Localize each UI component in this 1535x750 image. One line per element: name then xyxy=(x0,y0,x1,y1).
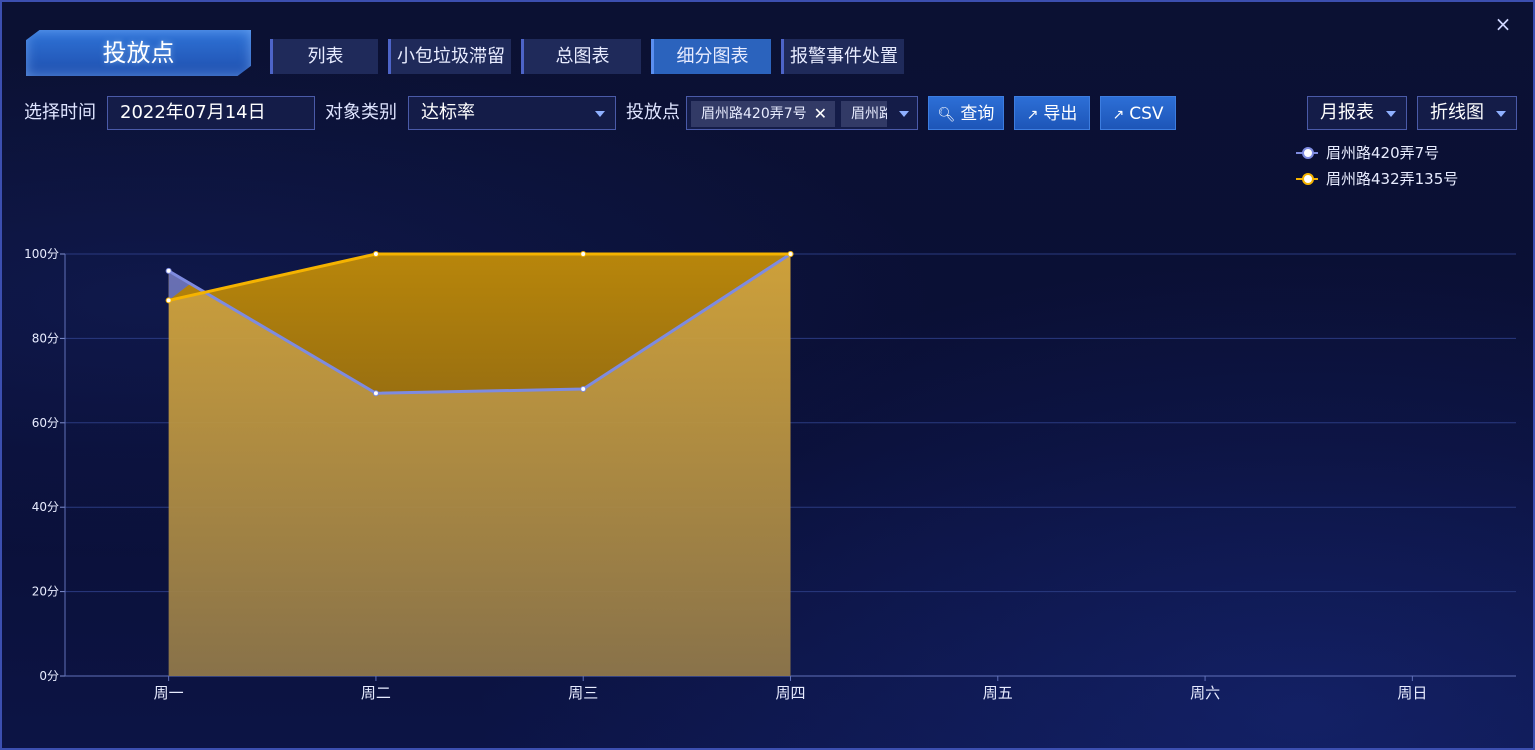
query-button[interactable]: 🔍︎ 查询 xyxy=(928,96,1004,130)
y-tick-label: 80分 xyxy=(32,331,59,345)
chart-legend: 眉州路420弄7号 眉州路432弄135号 xyxy=(1296,142,1458,194)
selected-chip: 眉州路 xyxy=(841,101,887,127)
x-tick-label: 周五 xyxy=(983,684,1013,702)
dialog-frame: × 投放点 列表 小包垃圾滞留 总图表 细分图表 报警事件处置 选择时间 202… xyxy=(0,0,1535,750)
y-tick-label: 60分 xyxy=(32,416,59,430)
csv-button[interactable]: ↗ CSV xyxy=(1100,96,1176,130)
tab-total-chart[interactable]: 总图表 xyxy=(521,39,641,74)
tab-detail-chart[interactable]: 细分图表 xyxy=(651,39,771,74)
x-tick-label: 周二 xyxy=(361,684,391,702)
y-tick-label: 40分 xyxy=(32,500,59,514)
legend-item-series-1[interactable]: 眉州路420弄7号 xyxy=(1296,142,1458,168)
filter-bar: 选择时间 2022年07月14日 对象类别 达标率 投放点 眉州路420弄7号 … xyxy=(24,96,1519,130)
chart-kind-select[interactable]: 折线图 xyxy=(1417,96,1517,130)
series-2-point xyxy=(787,251,794,257)
series-1-point xyxy=(580,386,587,393)
type-value: 达标率 xyxy=(421,102,475,123)
chevron-down-icon xyxy=(899,111,909,117)
chevron-down-icon xyxy=(1386,111,1396,117)
selected-chip: 眉州路420弄7号 ✕ xyxy=(691,101,835,127)
y-tick-label: 100分 xyxy=(24,247,59,261)
series-2-point xyxy=(372,251,379,257)
x-tick-label: 周一 xyxy=(154,684,184,702)
chevron-down-icon xyxy=(1496,111,1506,117)
y-tick-label: 0分 xyxy=(39,669,59,683)
chip-label: 眉州路420弄7号 xyxy=(701,106,807,122)
tab-bar: 列表 小包垃圾滞留 总图表 细分图表 报警事件处置 xyxy=(270,39,904,74)
tab-alarm-handling[interactable]: 报警事件处置 xyxy=(781,39,904,74)
series-2-point xyxy=(165,297,172,304)
report-period-select[interactable]: 月报表 xyxy=(1307,96,1407,130)
chip-label: 眉州路 xyxy=(851,106,887,122)
x-tick-label: 周六 xyxy=(1190,684,1220,702)
external-link-icon: ↗ xyxy=(1112,107,1125,123)
x-tick-label: 周日 xyxy=(1397,684,1427,702)
date-input[interactable]: 2022年07月14日 xyxy=(107,96,315,130)
close-icon[interactable]: × xyxy=(1491,12,1515,36)
search-icon: 🔍︎ xyxy=(937,107,956,123)
point-label: 投放点 xyxy=(626,102,680,123)
time-label: 选择时间 xyxy=(24,102,96,123)
x-tick-label: 周四 xyxy=(775,684,805,702)
legend-dot xyxy=(1302,173,1314,185)
legend-dot xyxy=(1302,147,1314,159)
x-tick-label: 周三 xyxy=(568,684,598,702)
dialog-title-box: 投放点 xyxy=(26,30,251,76)
line-chart: 0分 20分 40分 60分 80分 100分周一 周二 周三 周四 周五 周六 周日 xyxy=(24,247,1516,702)
legend-item-series-2[interactable]: 眉州路432弄135号 xyxy=(1296,168,1458,194)
series-1-point xyxy=(165,267,172,274)
chevron-down-icon xyxy=(595,111,605,117)
date-value: 2022年07月14日 xyxy=(120,102,266,123)
tab-small-bag-retention[interactable]: 小包垃圾滞留 xyxy=(388,39,511,74)
export-button[interactable]: ↗ 导出 xyxy=(1014,96,1090,130)
series-1-point xyxy=(372,390,379,397)
type-select[interactable]: 达标率 xyxy=(408,96,616,130)
y-tick-label: 20分 xyxy=(32,585,59,599)
type-label: 对象类别 xyxy=(325,102,397,123)
close-icon[interactable]: ✕ xyxy=(814,101,827,127)
point-multiselect[interactable]: 眉州路420弄7号 ✕ 眉州路 xyxy=(686,96,918,130)
external-link-icon: ↗ xyxy=(1026,107,1039,123)
page-title: 投放点 xyxy=(102,39,175,67)
tab-list[interactable]: 列表 xyxy=(270,39,378,74)
series-2-point xyxy=(580,251,587,257)
